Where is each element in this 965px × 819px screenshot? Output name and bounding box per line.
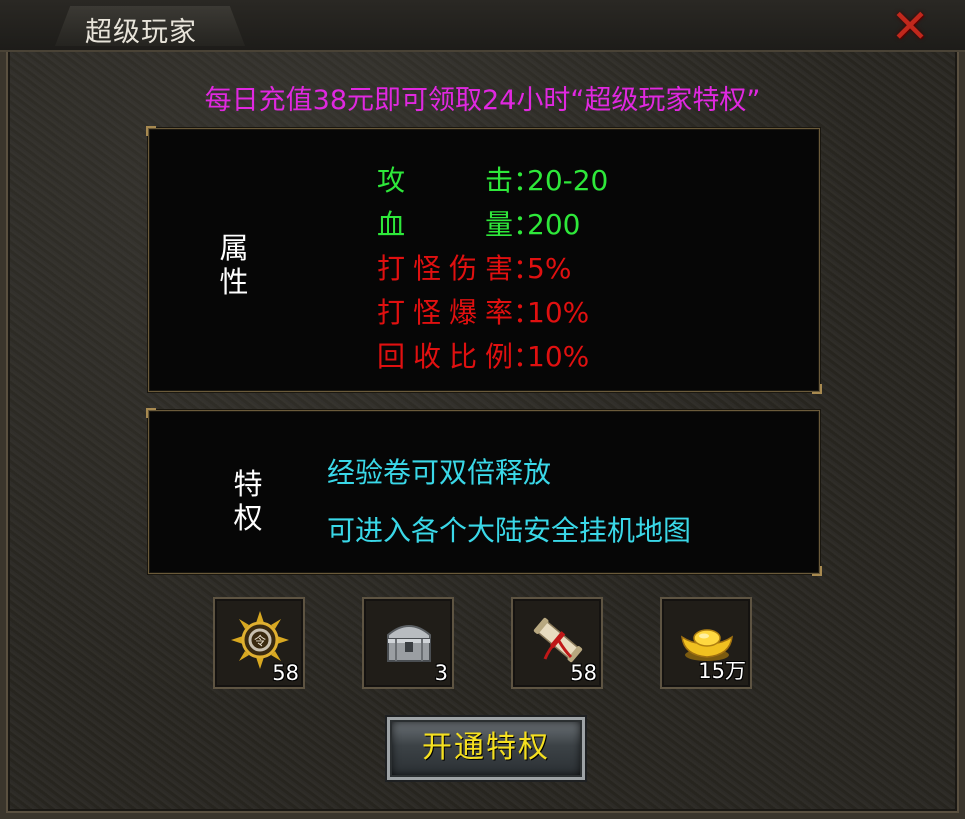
privilege-line: 经验卷可双倍释放 — [327, 456, 552, 489]
promo-headline: 每日充值38元即可领取24小时“超级玩家特权” — [204, 85, 761, 116]
item-count: 58 — [272, 661, 299, 685]
close-icon[interactable]: ✕ — [880, 3, 940, 49]
stat-colon: ： — [513, 252, 542, 285]
reward-item-scroll[interactable]: 58 — [511, 597, 603, 689]
stat-value: 200 — [527, 208, 581, 241]
window-title: 超级玩家 — [85, 17, 197, 48]
item-count: 15万 — [698, 659, 746, 683]
stat-colon: ： — [513, 208, 542, 241]
item-count: 3 — [434, 661, 448, 685]
privileges-label: 特 权 — [231, 467, 265, 535]
stat-key: 打怪伤害 — [377, 252, 513, 285]
stat-row: 血量：200 — [377, 203, 608, 247]
stat-colon: ： — [513, 340, 542, 373]
stats-list: 攻击：20-20 血量：200 打怪伤害：5% 打怪爆率：10% 回收比例：10… — [377, 159, 608, 379]
stat-key: 攻击 — [377, 164, 513, 197]
silver-treasure-chest-icon — [387, 625, 431, 662]
reward-item-medal[interactable]: 令 58 — [213, 597, 305, 689]
open-privilege-button[interactable]: 开通特权 — [387, 717, 585, 780]
attributes-label-char-1: 属 — [219, 231, 249, 265]
stat-row: 回收比例：10% — [377, 335, 608, 379]
stat-value: 10% — [527, 340, 590, 373]
stat-colon: ： — [513, 164, 542, 197]
stat-key: 血量 — [377, 208, 513, 241]
item-count: 58 — [570, 661, 597, 685]
stat-value: 20-20 — [527, 164, 609, 197]
reward-item-gold-ingot[interactable]: 15万 — [660, 597, 752, 689]
stat-value: 10% — [527, 296, 590, 329]
attributes-panel: 属 性 攻击：20-20 血量：200 打怪伤害：5% 打怪爆率：10% 回收比… — [146, 126, 822, 394]
stat-row: 攻击：20-20 — [377, 159, 608, 203]
privileges-label-char-1: 特 — [233, 467, 263, 501]
attributes-label: 属 性 — [217, 231, 251, 299]
privilege-line: 可进入各个大陆安全挂机地图 — [327, 514, 692, 547]
stat-value: 5% — [527, 252, 572, 285]
svg-text:令: 令 — [254, 633, 266, 648]
stat-key: 回收比例 — [377, 340, 513, 373]
reward-item-chest[interactable]: 3 — [362, 597, 454, 689]
stat-row: 打怪爆率：10% — [377, 291, 608, 335]
privileges-panel: 特 权 经验卷可双倍释放 可进入各个大陆安全挂机地图 — [146, 408, 822, 576]
privileges-label-char-2: 权 — [233, 501, 263, 535]
title-bar: 超级玩家 ✕ — [0, 0, 965, 52]
stat-key: 打怪爆率 — [377, 296, 513, 329]
stat-colon: ： — [513, 296, 542, 329]
attributes-label-char-2: 性 — [219, 265, 249, 299]
stat-row: 打怪伤害：5% — [377, 247, 608, 291]
